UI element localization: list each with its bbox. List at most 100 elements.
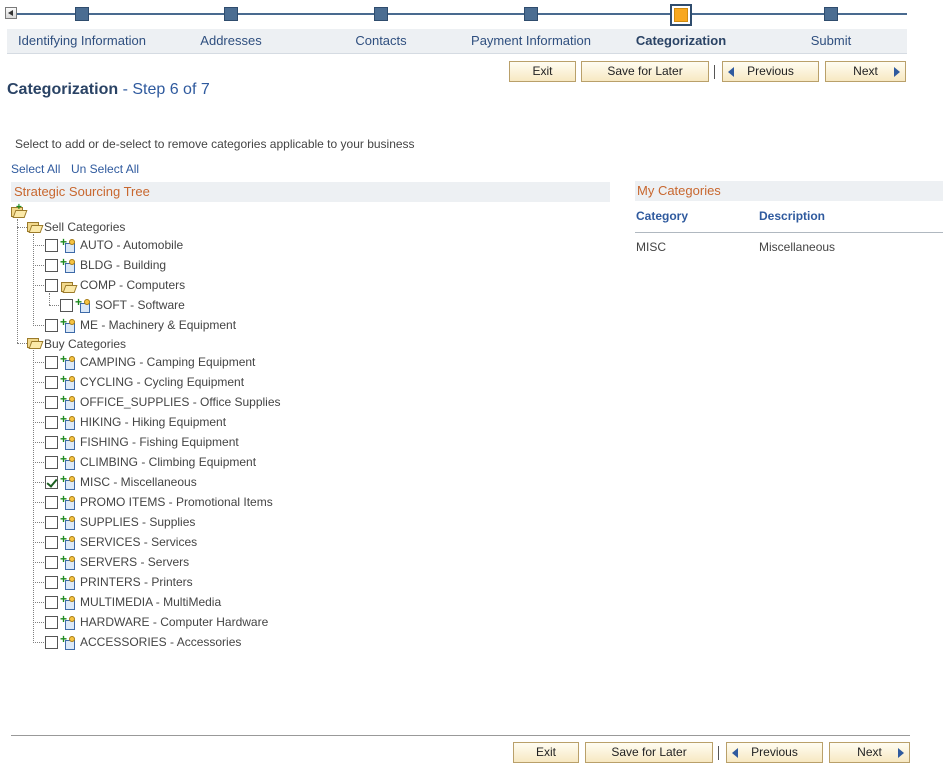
category-label-climbing[interactable]: CLIMBING - Climbing Equipment xyxy=(80,455,256,469)
instructions-text: Select to add or de-select to remove cat… xyxy=(15,137,415,151)
category-node-icon[interactable]: + xyxy=(60,413,76,431)
category-label-office-supplies[interactable]: OFFICE_SUPPLIES - Office Supplies xyxy=(80,395,281,409)
step-node-payment-information[interactable] xyxy=(524,7,538,21)
category-label-hiking[interactable]: HIKING - Hiking Equipment xyxy=(80,415,226,429)
category-checkbox-promo-items[interactable] xyxy=(45,496,58,509)
step-label-submit[interactable]: Submit xyxy=(811,33,851,48)
category-node-icon[interactable]: + xyxy=(60,633,76,651)
category-checkbox-soft[interactable] xyxy=(60,299,73,312)
category-checkbox-climbing[interactable] xyxy=(45,456,58,469)
category-node-icon[interactable]: + xyxy=(60,316,76,334)
category-label-bldg[interactable]: BLDG - Building xyxy=(80,258,166,272)
category-checkbox-hiking[interactable] xyxy=(45,416,58,429)
category-label-promo-items[interactable]: PROMO ITEMS - Promotional Items xyxy=(80,495,273,509)
category-node-icon[interactable]: + xyxy=(60,353,76,371)
category-label-servers[interactable]: SERVERS - Servers xyxy=(80,555,189,569)
tree-connector xyxy=(49,293,50,305)
select-all-link[interactable]: Select All xyxy=(11,162,60,176)
step-node-submit[interactable] xyxy=(824,7,838,21)
buy-categories-folder-icon[interactable] xyxy=(27,337,44,349)
tree-connector xyxy=(33,234,34,326)
category-checkbox-servers[interactable] xyxy=(45,556,58,569)
category-node-icon[interactable]: + xyxy=(60,256,76,274)
category-node-icon[interactable]: + xyxy=(60,433,76,451)
tree-connector xyxy=(33,422,44,423)
category-label-cycling[interactable]: CYCLING - Cycling Equipment xyxy=(80,375,244,389)
category-node-icon[interactable]: + xyxy=(60,613,76,631)
bottom-divider xyxy=(11,735,910,736)
category-label-multimedia[interactable]: MULTIMEDIA - MultiMedia xyxy=(80,595,221,609)
category-checkbox-office-supplies[interactable] xyxy=(45,396,58,409)
sell-categories-folder-icon[interactable] xyxy=(27,221,44,233)
category-node-icon[interactable]: + xyxy=(60,473,76,491)
category-label-supplies[interactable]: SUPPLIES - Supplies xyxy=(80,515,195,529)
category-label-fishing[interactable]: FISHING - Fishing Equipment xyxy=(80,435,239,449)
step-label-identifying-information[interactable]: Identifying Information xyxy=(18,33,146,48)
category-node-icon[interactable]: + xyxy=(60,453,76,471)
category-node-icon[interactable]: + xyxy=(60,513,76,531)
category-label-soft[interactable]: SOFT - Software xyxy=(95,298,185,312)
category-checkbox-supplies[interactable] xyxy=(45,516,58,529)
category-checkbox-misc[interactable] xyxy=(45,476,58,489)
category-label-printers[interactable]: PRINTERS - Printers xyxy=(80,575,193,589)
category-checkbox-hardware[interactable] xyxy=(45,616,58,629)
category-checkbox-fishing[interactable] xyxy=(45,436,58,449)
save-for-later-button-bottom[interactable]: Save for Later xyxy=(585,742,713,763)
category-node-icon[interactable]: + xyxy=(60,553,76,571)
step-node-contacts[interactable] xyxy=(374,7,388,21)
category-label-hardware[interactable]: HARDWARE - Computer Hardware xyxy=(80,615,268,629)
unselect-all-link[interactable]: Un Select All xyxy=(71,162,139,176)
step-label-contacts[interactable]: Contacts xyxy=(355,33,406,48)
category-node-icon[interactable]: + xyxy=(60,533,76,551)
category-checkbox-auto[interactable] xyxy=(45,239,58,252)
step-node-identifying-information[interactable] xyxy=(75,7,89,21)
category-checkbox-printers[interactable] xyxy=(45,576,58,589)
my-category-cell-description: Miscellaneous xyxy=(759,240,836,254)
category-node-icon[interactable]: + xyxy=(60,493,76,511)
category-node-icon[interactable]: + xyxy=(60,393,76,411)
category-checkbox-accessories[interactable] xyxy=(45,636,58,649)
category-label-misc[interactable]: MISC - Miscellaneous xyxy=(80,475,197,489)
save-for-later-button-top[interactable]: Save for Later xyxy=(581,61,709,82)
category-label-accessories[interactable]: ACCESSORIES - Accessories xyxy=(80,635,241,649)
next-label: Next xyxy=(853,64,878,78)
column-header-category[interactable]: Category xyxy=(636,209,688,223)
category-checkbox-bldg[interactable] xyxy=(45,259,58,272)
buy-categories-label[interactable]: Buy Categories xyxy=(44,337,126,351)
root-folder-icon[interactable]: + xyxy=(11,203,28,218)
category-checkbox-services[interactable] xyxy=(45,536,58,549)
category-node-icon[interactable]: + xyxy=(75,296,91,314)
category-node-icon[interactable]: + xyxy=(60,236,76,254)
tree-connector xyxy=(33,325,44,326)
category-node-icon[interactable]: + xyxy=(60,573,76,591)
category-checkbox-comp[interactable] xyxy=(45,279,58,292)
step-label-addresses[interactable]: Addresses xyxy=(200,33,261,48)
column-header-description[interactable]: Description xyxy=(759,209,825,223)
stepper-left-arrow-icon[interactable] xyxy=(5,7,17,19)
category-label-me[interactable]: ME - Machinery & Equipment xyxy=(80,318,236,332)
exit-button-bottom[interactable]: Exit xyxy=(513,742,579,763)
step-label-categorization[interactable]: Categorization xyxy=(636,33,726,48)
step-label-payment-information[interactable]: Payment Information xyxy=(471,33,591,48)
previous-button-top[interactable]: Previous xyxy=(722,61,819,82)
tree-connector xyxy=(33,582,44,583)
category-checkbox-me[interactable] xyxy=(45,319,58,332)
folder-icon[interactable] xyxy=(61,281,78,293)
exit-button-top[interactable]: Exit xyxy=(509,61,576,82)
category-tree: + Sell Categories Buy Categories + AUTO -… xyxy=(0,202,620,662)
category-label-services[interactable]: SERVICES - Services xyxy=(80,535,197,549)
previous-button-bottom[interactable]: Previous xyxy=(726,742,823,763)
category-node-icon[interactable]: + xyxy=(60,373,76,391)
category-checkbox-cycling[interactable] xyxy=(45,376,58,389)
category-node-icon[interactable]: + xyxy=(60,593,76,611)
category-checkbox-multimedia[interactable] xyxy=(45,596,58,609)
category-label-comp[interactable]: COMP - Computers xyxy=(80,278,185,292)
sell-categories-label[interactable]: Sell Categories xyxy=(44,220,125,234)
category-label-auto[interactable]: AUTO - Automobile xyxy=(80,238,183,252)
category-checkbox-camping[interactable] xyxy=(45,356,58,369)
next-button-top[interactable]: Next xyxy=(825,61,906,82)
category-label-camping[interactable]: CAMPING - Camping Equipment xyxy=(80,355,255,369)
step-node-categorization[interactable] xyxy=(670,4,692,26)
step-node-addresses[interactable] xyxy=(224,7,238,21)
next-button-bottom[interactable]: Next xyxy=(829,742,910,763)
